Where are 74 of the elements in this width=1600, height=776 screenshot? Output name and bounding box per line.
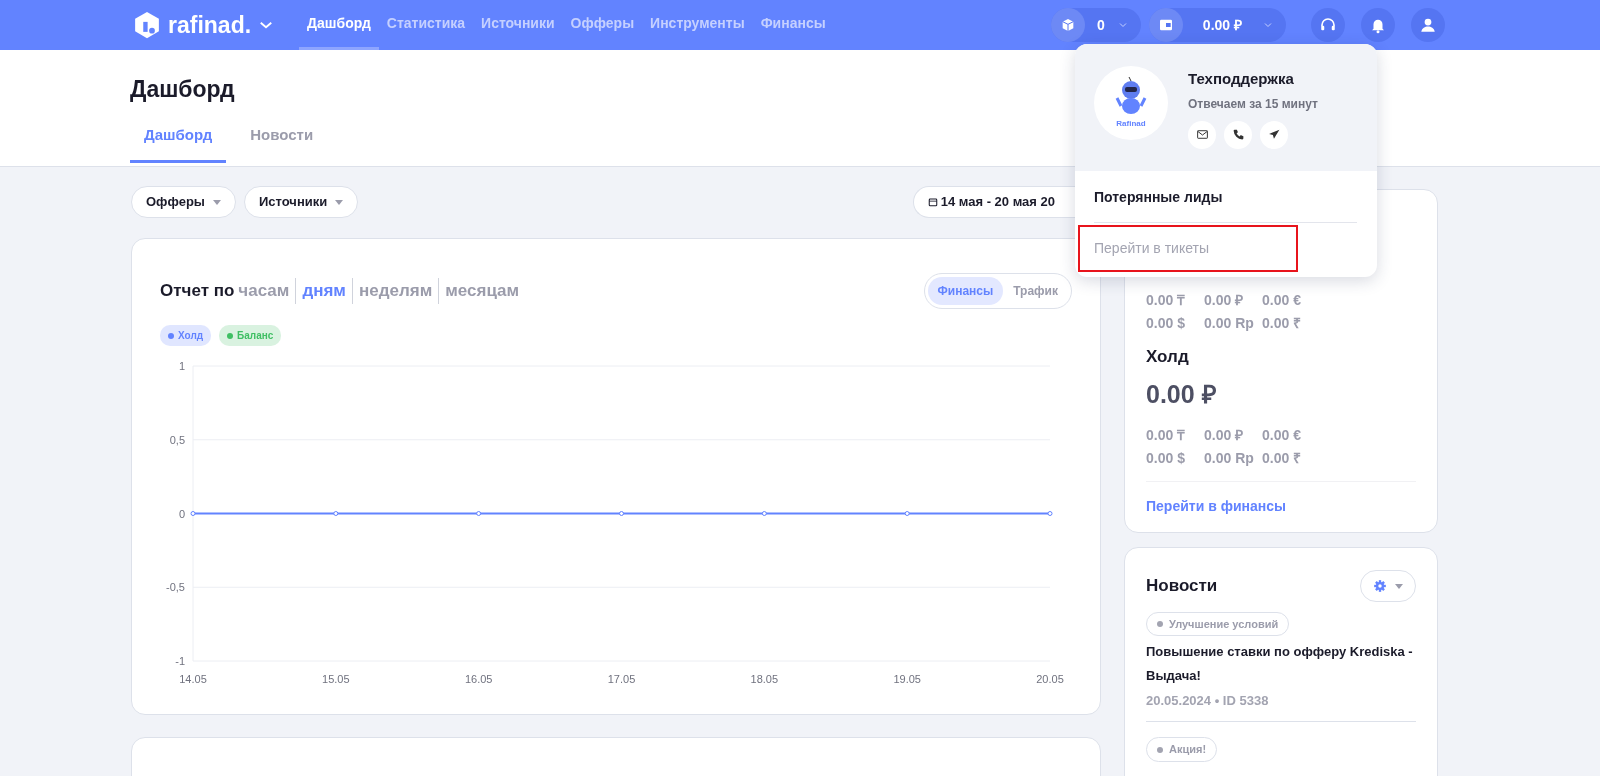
nav-link[interactable]: Финансы <box>752 0 834 50</box>
currency-amount: 0.00 € <box>1262 426 1302 445</box>
hold-total: 0.00 ₽ <box>1146 378 1218 410</box>
settings-dropdown[interactable] <box>1360 570 1416 602</box>
settings-icon <box>1373 579 1387 593</box>
axis-label: 14.05 <box>179 673 207 685</box>
axis-label: 1 <box>178 360 185 372</box>
notifications-button[interactable] <box>1361 8 1395 42</box>
page-title: Дашборд <box>130 76 235 104</box>
user-icon <box>1419 16 1437 34</box>
filter-dropdown[interactable]: Источники <box>243 186 359 218</box>
phone-button[interactable] <box>1224 120 1252 149</box>
page-tab[interactable]: Дашборд <box>130 115 227 164</box>
hold-title: Холд <box>1146 346 1190 368</box>
currency-amount: 0.00 ₽ <box>1204 426 1245 445</box>
telegram-button[interactable] <box>1260 120 1288 149</box>
period-tab[interactable]: часам <box>236 278 296 304</box>
axis-label: -0,5 <box>166 581 185 594</box>
nav-link[interactable]: Источники <box>473 0 563 50</box>
calendar-icon <box>927 197 938 207</box>
mail-icon <box>1195 128 1209 141</box>
report-title: Отчет по <box>160 280 235 303</box>
nav-link[interactable]: Статистика <box>378 0 474 50</box>
period-tab[interactable]: месяцам <box>438 278 526 304</box>
period-tab[interactable]: дням <box>295 278 352 304</box>
counter-dropdown[interactable]: 0 <box>1051 8 1141 42</box>
news-meta: 20.05.2024 • ID 5338 <box>1146 692 1270 711</box>
finance-link[interactable]: Перейти в финансы <box>1146 498 1286 514</box>
support-button[interactable] <box>1311 8 1345 42</box>
currency-amount: 0.00 ₸ <box>1146 291 1187 310</box>
axis-label: 15.05 <box>322 673 350 685</box>
currency-amount: 0.00 Rp <box>1204 449 1255 468</box>
balance-dropdown[interactable]: 0.00 ₽ <box>1148 8 1286 42</box>
period-tab[interactable]: неделям <box>351 278 439 304</box>
currency-amount: 0.00 ₸ <box>1146 426 1187 445</box>
logo-icon <box>132 10 162 40</box>
nav-link[interactable]: Офферы <box>562 0 643 50</box>
axis-label: 19.05 <box>893 673 921 685</box>
filter-dropdown[interactable]: Офферы <box>131 186 236 218</box>
caret-icon <box>1395 583 1403 589</box>
currency-amount: 0.00 ₽ <box>1204 291 1245 310</box>
currency-amount: 0.00 $ <box>1146 314 1186 333</box>
currency-amount: 0.00 € <box>1262 291 1302 310</box>
nav-link[interactable]: Инструменты <box>642 0 753 50</box>
email-button[interactable] <box>1188 120 1216 149</box>
legend-chip[interactable]: Холд <box>160 325 212 346</box>
legend-chip[interactable]: Баланс <box>219 325 282 346</box>
news-headline[interactable]: Повышение ставки по офферу Krediska - Выдача! <box>1146 640 1416 688</box>
currency-amount: 0.00 Rp <box>1204 314 1255 333</box>
currency-amount: 0.00 ₹ <box>1262 449 1303 468</box>
profile-button[interactable] <box>1411 8 1445 42</box>
axis-label: 17.05 <box>607 673 636 685</box>
view-toggle[interactable]: Трафик <box>1003 277 1068 305</box>
popup-title: Техподдержка <box>1188 69 1295 89</box>
axis-label: 16.05 <box>464 673 493 685</box>
avatar-caption: Rafinad <box>1116 118 1146 130</box>
axis-label: 20.05 <box>1036 673 1064 685</box>
axis-label: -1 <box>175 655 185 667</box>
wallet-icon <box>1157 17 1174 33</box>
currency-amount: 0.00 $ <box>1146 449 1186 468</box>
view-toggle[interactable]: Финансы <box>927 277 1004 305</box>
axis-label: 18.05 <box>750 673 779 685</box>
axis-label: 0,5 <box>169 433 185 446</box>
page-tab[interactable]: Новости <box>236 115 328 164</box>
paper-plane-icon <box>1267 128 1281 141</box>
popup-subtitle: Отвечаем за 15 минут <box>1188 95 1318 113</box>
axis-label: 0 <box>178 507 185 520</box>
news-title: Новости <box>1146 575 1218 598</box>
popup-menu-item[interactable]: Перейти в тикеты <box>1094 226 1209 270</box>
currency-amount: 0.00 ₹ <box>1262 314 1303 333</box>
caret-icon <box>335 199 344 205</box>
brand-name[interactable]: rafinad. <box>168 7 252 43</box>
caret-icon <box>212 199 221 205</box>
phone-icon <box>1231 128 1245 141</box>
